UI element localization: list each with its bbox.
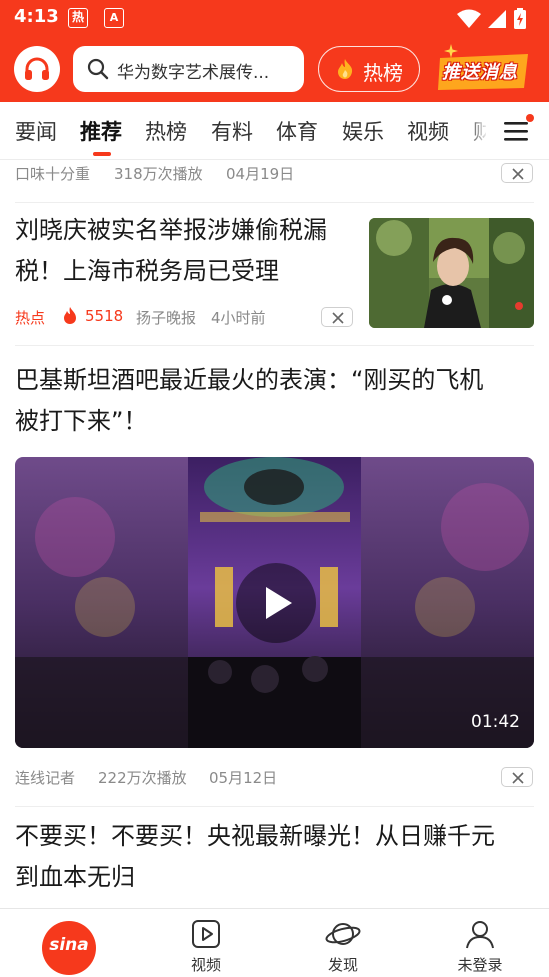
play-icon — [266, 587, 292, 619]
tab-fade — [468, 102, 488, 159]
item1-time: 4小时前 — [211, 309, 266, 327]
item1-flame-icon — [64, 307, 76, 324]
item2-video-duration: 01:42 — [471, 712, 520, 732]
tab-hot-list[interactable]: 热榜 — [145, 116, 187, 146]
item0-dismiss-button[interactable] — [501, 163, 533, 183]
close-icon — [332, 312, 344, 324]
top-bar: 华为数字艺术展传... 热榜 推送消息 — [0, 36, 549, 102]
play-button[interactable] — [236, 563, 316, 643]
headphones-icon — [25, 57, 49, 80]
search-icon — [87, 58, 109, 80]
item0-plays: 318万次播放 — [114, 165, 203, 183]
item1-thumbnail-image — [369, 218, 534, 328]
home-sina-button[interactable]: sina — [42, 921, 96, 975]
item3-title-line2: 到血本无归 — [15, 863, 135, 891]
channel-tabs: 要闻 推荐 热榜 有料 体育 娱乐 视频 财 — [0, 102, 549, 160]
item1-source: 扬子晚报 — [136, 309, 197, 327]
flame-icon — [338, 59, 353, 79]
sina-logo-text: sina — [49, 935, 89, 955]
nav-discover-label: 发现 — [327, 956, 358, 974]
hot-app-notification-icon: 热 — [68, 8, 88, 28]
item1-title-line2: 税！上海市税务局已受理 — [15, 257, 279, 285]
status-icons — [457, 8, 537, 30]
close-icon — [512, 772, 524, 784]
item2-video-player[interactable]: 01:42 — [15, 457, 534, 748]
search-bar[interactable]: 华为数字艺术展传... — [73, 46, 304, 92]
item0-source: 口味十分重 — [15, 165, 91, 183]
tab-youliao[interactable]: 有料 — [211, 116, 253, 146]
battery-icon — [514, 8, 526, 29]
nav-account-label: 未登录 — [457, 956, 503, 974]
app-notification-icon: A — [104, 8, 124, 28]
nav-video[interactable]: 视频 — [151, 909, 261, 977]
divider — [15, 345, 534, 346]
nav-video-label: 视频 — [190, 956, 221, 974]
tab-video[interactable]: 视频 — [407, 116, 449, 146]
video-play-icon — [192, 920, 220, 948]
item0-date: 04月19日 — [226, 165, 295, 183]
status-bar: 4:13 热 A — [0, 0, 549, 36]
user-icon — [466, 921, 494, 949]
item3-title-line1: 不要买！不要买！央视最新曝光！从日赚千元 — [15, 822, 495, 850]
item1-dismiss-button[interactable] — [321, 307, 353, 327]
push-messages-button[interactable]: 推送消息 — [436, 44, 532, 94]
signal-icon — [488, 10, 506, 28]
item1-thumbnail — [369, 218, 534, 328]
item2-plays: 222万次播放 — [98, 769, 187, 787]
active-tab-indicator — [93, 152, 111, 156]
nav-account[interactable]: 未登录 — [425, 909, 535, 977]
item1-heat: 5518 — [85, 307, 124, 325]
menu-notification-dot — [526, 114, 534, 122]
item1-title-line1: 刘晓庆被实名举报涉嫌偷税漏 — [15, 216, 327, 244]
bottom-nav: sina 视频 发现 未登录 — [0, 908, 549, 977]
menu-icon — [504, 122, 528, 141]
divider — [15, 806, 534, 807]
item1-hot-tag: 热点 — [15, 309, 46, 327]
item2-date: 05月12日 — [209, 769, 278, 787]
planet-icon — [325, 923, 361, 945]
divider — [15, 202, 534, 203]
wifi-icon — [457, 9, 481, 28]
nav-discover[interactable]: 发现 — [288, 909, 398, 977]
status-time: 4:13 — [14, 6, 59, 27]
close-icon — [512, 168, 524, 180]
tab-entertainment[interactable]: 娱乐 — [342, 116, 384, 146]
tab-sports[interactable]: 体育 — [276, 116, 318, 146]
item2-dismiss-button[interactable] — [501, 767, 533, 787]
tab-yaowen[interactable]: 要闻 — [15, 116, 57, 146]
item2-title-line2: 被打下来”！ — [15, 407, 148, 435]
search-placeholder: 华为数字艺术展传... — [117, 63, 270, 83]
item2-source: 连线记者 — [15, 769, 76, 787]
hot-list-label: 热榜 — [363, 61, 403, 85]
hot-list-button[interactable]: 热榜 — [318, 46, 420, 92]
push-messages-label: 推送消息 — [442, 62, 518, 83]
tab-recommend[interactable]: 推荐 — [80, 116, 122, 146]
channel-menu-button[interactable] — [486, 102, 549, 159]
audio-button[interactable] — [14, 46, 60, 92]
item2-title-line1: 巴基斯坦酒吧最近最火的表演：“刚买的飞机 — [15, 366, 484, 394]
